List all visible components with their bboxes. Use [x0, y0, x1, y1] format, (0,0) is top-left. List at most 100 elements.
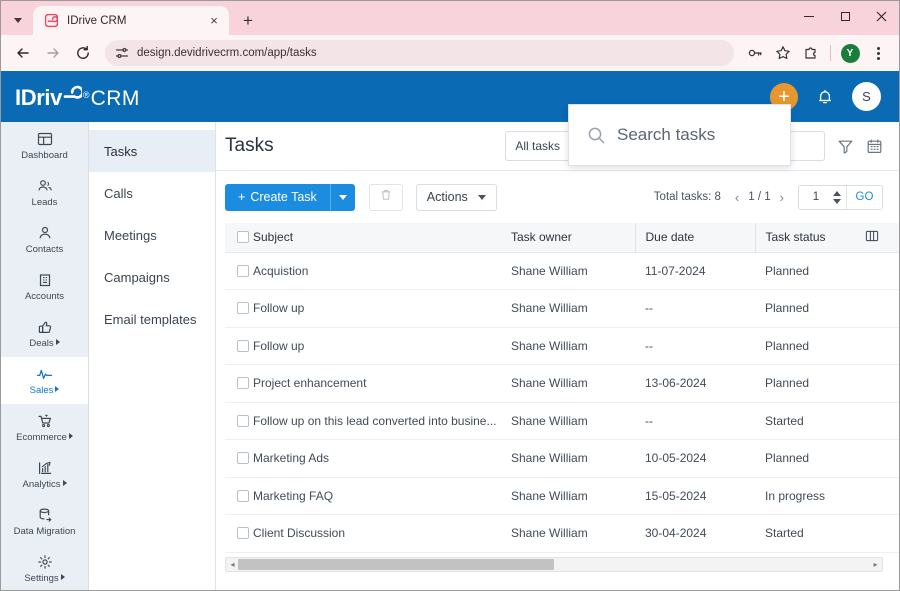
sidebar-item-sales[interactable]: Sales [1, 357, 88, 404]
subnav-item-meetings[interactable]: Meetings [89, 214, 215, 256]
row-checkbox[interactable] [237, 339, 249, 352]
subnav-item-campaigns[interactable]: Campaigns [89, 256, 215, 298]
cell-owner: Shane William [511, 252, 635, 290]
sidebar-item-analytics[interactable]: Analytics [1, 451, 88, 498]
sidebar-item-settings[interactable]: Settings [1, 545, 88, 590]
sidebar-item-contacts[interactable]: Contacts [1, 216, 88, 263]
row-checkbox[interactable] [237, 452, 249, 465]
password-key-icon[interactable] [742, 40, 768, 66]
forward-button[interactable] [39, 39, 67, 67]
chevron-down-icon [477, 194, 486, 200]
row-checkbox[interactable] [237, 414, 249, 427]
goto-page-input[interactable]: 1 [799, 185, 833, 209]
table-row[interactable]: Project enhancement Shane William 13-06-… [225, 364, 899, 403]
sidebar-item-dashboard[interactable]: Dashboard [1, 122, 88, 169]
logo-secondary-text: CRM [90, 86, 140, 110]
cell-subject[interactable]: Follow up [253, 289, 511, 328]
subnav-item-calls[interactable]: Calls [89, 172, 215, 214]
search-tasks-overlay[interactable]: Search tasks [568, 104, 791, 166]
table-row[interactable]: Follow up Shane William -- Planned [225, 327, 899, 365]
select-all-checkbox[interactable] [237, 231, 249, 244]
tab-search-button[interactable] [5, 5, 31, 35]
maximize-button[interactable] [827, 1, 863, 31]
cell-subject[interactable]: Follow up [253, 327, 511, 365]
chevron-right-icon [55, 386, 60, 392]
table-row[interactable]: Marketing FAQ Shane William 15-05-2024 I… [225, 477, 899, 515]
column-header-subject[interactable]: Subject [253, 223, 511, 253]
row-checkbox[interactable] [237, 264, 249, 277]
create-task-label: Create Task [250, 190, 317, 204]
bookmark-star-icon[interactable] [770, 40, 796, 66]
scrollbar-track[interactable] [238, 558, 870, 570]
cell-subject[interactable]: Acquistion [253, 252, 511, 290]
browser-menu-icon[interactable] [865, 40, 891, 66]
cell-subject[interactable]: Project enhancement [253, 364, 511, 403]
go-button[interactable]: GO [846, 185, 882, 209]
create-task-button[interactable]: + Create Task [225, 183, 330, 211]
table-row[interactable]: Follow up on this lead converted into bu… [225, 402, 899, 440]
minimize-button[interactable] [791, 1, 827, 31]
row-checkbox[interactable] [237, 489, 249, 502]
row-checkbox[interactable] [237, 377, 249, 390]
back-button[interactable] [9, 39, 37, 67]
sidebar-item-ecommerce[interactable]: Ecommerce [1, 404, 88, 451]
close-window-button[interactable] [863, 1, 899, 31]
scroll-left-arrow-icon[interactable]: ◂ [227, 560, 238, 569]
column-header-task-owner[interactable]: Task owner [511, 223, 635, 253]
browser-tab[interactable]: IDrive CRM × [33, 6, 229, 35]
calendar-icon[interactable] [866, 138, 883, 155]
row-checkbox[interactable] [237, 302, 249, 315]
sidebar-item-data-migration[interactable]: Data Migration [1, 498, 88, 545]
funnel-filter-icon[interactable] [837, 138, 854, 155]
tasks-table: Subject Task owner Due date Task status [225, 223, 899, 553]
tab-title: IDrive CRM [67, 14, 127, 27]
actions-label: Actions [426, 190, 468, 204]
cell-subject[interactable]: Marketing Ads [253, 439, 511, 478]
next-page-button[interactable]: › [780, 191, 784, 204]
create-task-dropdown-button[interactable] [329, 183, 355, 211]
toolbar-divider [830, 45, 831, 61]
cell-subject[interactable]: Marketing FAQ [253, 477, 511, 515]
column-settings-button[interactable] [865, 223, 899, 253]
column-header-task-status[interactable]: Task status [754, 223, 865, 253]
delete-button[interactable] [368, 183, 403, 211]
logo-primary-text: IDriv [15, 84, 62, 110]
scroll-right-arrow-icon[interactable]: ▸ [870, 560, 881, 569]
table-row[interactable]: Acquistion Shane William 11-07-2024 Plan… [225, 252, 899, 290]
cell-subject[interactable]: Client Discussion [253, 514, 511, 553]
extensions-puzzle-icon[interactable] [798, 40, 824, 66]
sidebar-item-accounts[interactable]: Accounts [1, 263, 88, 310]
sidebar-item-leads[interactable]: Leads [1, 169, 88, 216]
window-controls [791, 1, 899, 31]
cell-spacer [865, 439, 899, 478]
plus-icon: + [238, 190, 246, 204]
site-settings-tune-icon[interactable] [115, 46, 129, 60]
new-tab-button[interactable]: + [235, 7, 261, 33]
tab-close-icon[interactable]: × [205, 12, 223, 30]
cell-owner: Shane William [511, 439, 635, 478]
prev-page-button[interactable]: ‹ [735, 191, 739, 204]
primary-sidebar: Dashboard Leads Contacts Accounts Deals … [1, 122, 89, 590]
scrollbar-thumb[interactable] [238, 558, 554, 570]
column-header-due-date[interactable]: Due date [634, 223, 755, 253]
horizontal-scrollbar[interactable]: ◂ ▸ [225, 556, 883, 572]
table-row[interactable]: Follow up Shane William -- Planned [225, 289, 899, 328]
chevron-down-icon [338, 194, 347, 200]
sidebar-label: Settings [24, 573, 65, 584]
user-avatar[interactable]: S [852, 82, 881, 111]
page-stepper[interactable] [833, 186, 846, 209]
reload-button[interactable] [69, 39, 97, 67]
table-row[interactable]: Marketing Ads Shane William 10-05-2024 P… [225, 439, 899, 478]
subnav-item-tasks[interactable]: Tasks [89, 130, 215, 172]
sidebar-item-deals[interactable]: Deals [1, 310, 88, 357]
table-row[interactable]: Client Discussion Shane William 30-04-20… [225, 514, 899, 553]
cell-subject[interactable]: Follow up on this lead converted into bu… [253, 402, 511, 440]
actions-dropdown[interactable]: Actions [415, 183, 497, 211]
cell-status: Started [755, 514, 865, 553]
cell-spacer [865, 402, 899, 440]
notifications-bell-icon[interactable] [816, 88, 834, 106]
browser-profile-avatar[interactable]: Y [837, 40, 863, 66]
address-bar[interactable]: design.devidrivecrm.com/app/tasks [105, 40, 734, 66]
subnav-item-email-templates[interactable]: Email templates [89, 298, 215, 340]
row-checkbox[interactable] [237, 527, 249, 540]
